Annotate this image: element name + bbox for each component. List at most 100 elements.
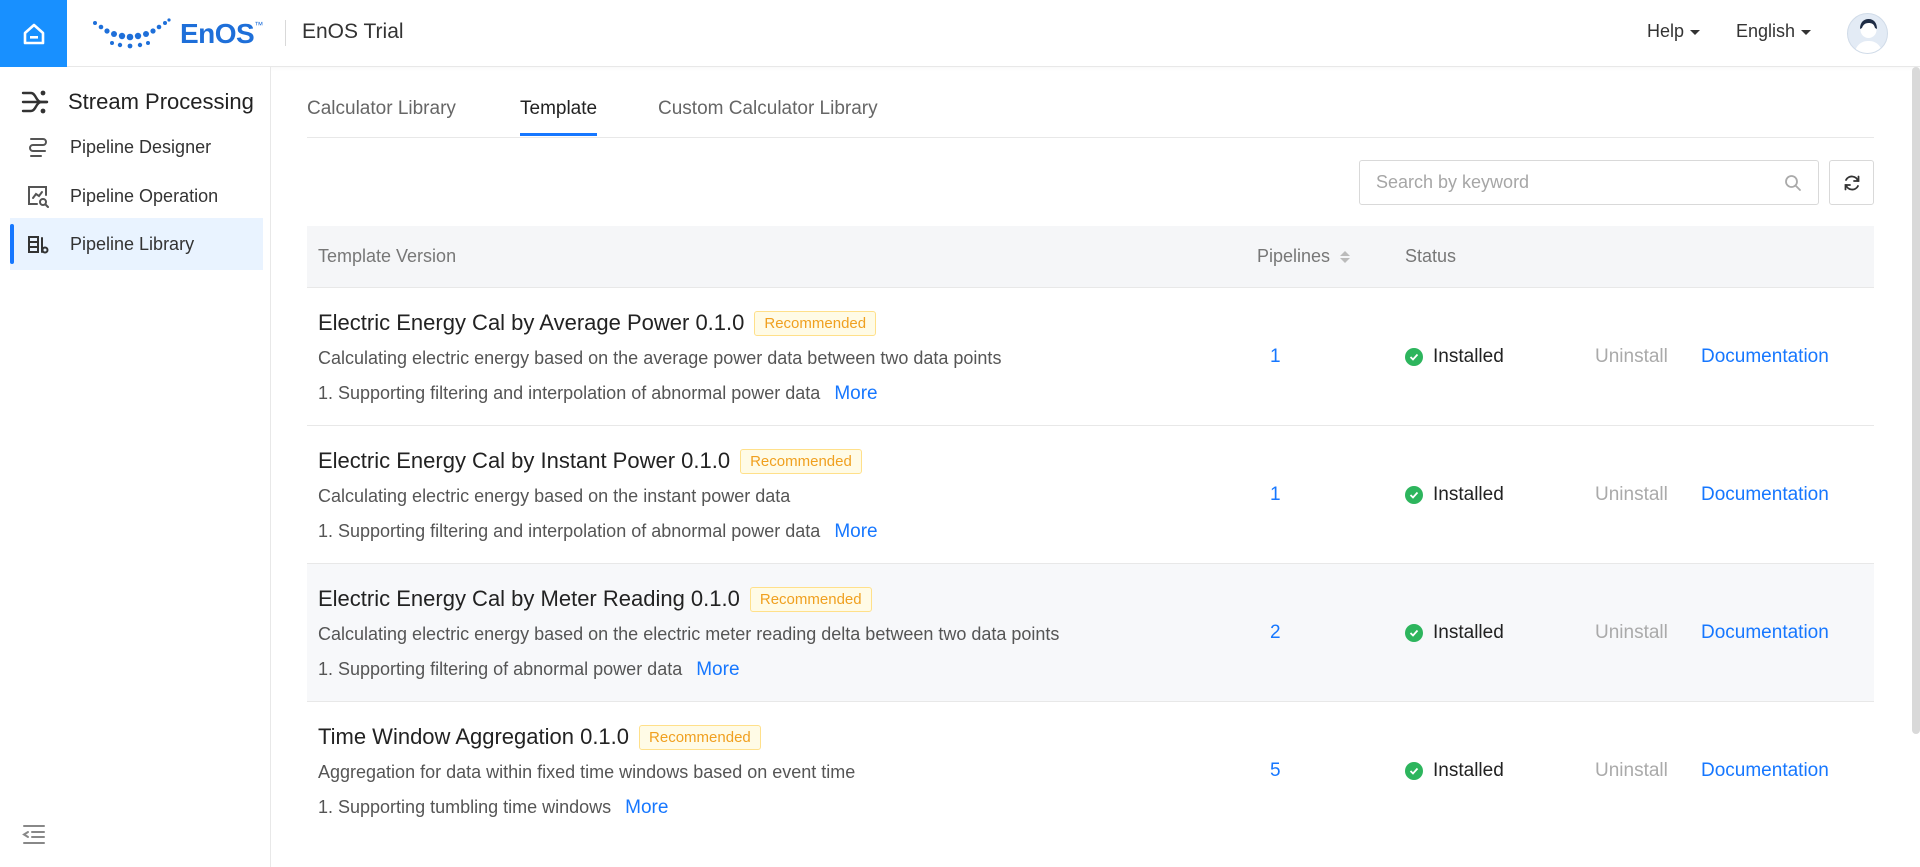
enos-logo[interactable]: EnOS™ <box>92 14 263 54</box>
home-icon <box>23 23 44 44</box>
template-description: Calculating electric energy based on the… <box>318 348 1002 368</box>
app-title: EnOS Trial <box>302 20 404 43</box>
collapse-sidebar-button[interactable] <box>22 823 46 850</box>
sort-icon[interactable] <box>1340 250 1351 263</box>
recommended-badge: Recommended <box>754 310 877 336</box>
status-indicator: Installed <box>1405 622 1504 644</box>
column-template-version: Template Version <box>318 246 456 267</box>
documentation-link[interactable]: Documentation <box>1701 760 1829 782</box>
documentation-link[interactable]: Documentation <box>1701 484 1829 506</box>
pipeline-designer-icon <box>29 138 47 157</box>
status-indicator: Installed <box>1405 346 1504 368</box>
template-title: Time Window Aggregation 0.1.0 Recommende… <box>318 724 761 750</box>
recommended-badge: Recommended <box>749 586 872 612</box>
table-row: Electric Energy Cal by Average Power 0.1… <box>307 288 1874 426</box>
template-table: Template Version Pipelines Status Electr… <box>307 226 1874 840</box>
uninstall-button[interactable]: Uninstall <box>1595 484 1668 506</box>
pipelines-count-link[interactable]: 1 <box>1270 484 1281 506</box>
enos-dots-icon <box>93 18 171 49</box>
feature-text: 1. Supporting filtering of abnormal powe… <box>318 659 683 679</box>
tab-template[interactable]: Template <box>520 98 598 136</box>
column-label: Status <box>1405 246 1457 266</box>
library-tabs: Calculator Library Template Custom Calcu… <box>307 88 1874 138</box>
template-name: Electric Energy Cal by Average Power 0.1… <box>318 310 745 335</box>
more-link[interactable]: More <box>625 797 668 819</box>
pipeline-library-icon <box>28 236 49 254</box>
documentation-link[interactable]: Documentation <box>1701 622 1829 644</box>
user-avatar[interactable] <box>1847 13 1888 54</box>
status-label: Installed <box>1433 760 1504 781</box>
sidebar-title: Stream Processing <box>20 87 254 117</box>
uninstall-button[interactable]: Uninstall <box>1595 346 1668 368</box>
feature-text: 1. Supporting filtering and interpolatio… <box>318 521 821 541</box>
sidebar-item-label: Pipeline Designer <box>70 136 212 157</box>
table-row: Electric Energy Cal by Meter Reading 0.1… <box>307 564 1874 702</box>
sidebar-title-label: Stream Processing <box>68 89 254 114</box>
collapse-icon <box>22 825 45 844</box>
template-description: Calculating electric energy based on the… <box>318 624 1060 644</box>
more-link[interactable]: More <box>834 383 877 405</box>
column-pipelines[interactable]: Pipelines <box>1257 246 1351 267</box>
table-row: Time Window Aggregation 0.1.0 Recommende… <box>307 702 1874 840</box>
recommended-badge: Recommended <box>639 724 761 750</box>
stream-processing-icon <box>21 90 49 114</box>
sidebar-item-label: Pipeline Library <box>70 233 195 254</box>
refresh-button[interactable] <box>1829 160 1874 205</box>
status-label: Installed <box>1433 346 1504 367</box>
chevron-down-icon <box>1801 30 1812 35</box>
logo-text: EnOS™ <box>180 18 263 49</box>
sidebar-item-pipeline-library[interactable]: Pipeline Library <box>10 218 263 270</box>
table-header: Template Version Pipelines Status <box>307 226 1874 288</box>
uninstall-button[interactable]: Uninstall <box>1595 622 1668 644</box>
feature-text: 1. Supporting filtering and interpolatio… <box>318 383 821 403</box>
uninstall-button[interactable]: Uninstall <box>1595 760 1668 782</box>
recommended-badge: Recommended <box>740 448 862 474</box>
pipelines-count-link[interactable]: 5 <box>1270 760 1281 782</box>
sidebar-item-pipeline-operation[interactable]: Pipeline Operation <box>10 170 263 222</box>
tab-custom-calculator-library[interactable]: Custom Calculator Library <box>658 98 878 136</box>
help-menu[interactable]: Help <box>1647 21 1701 42</box>
column-label: Pipelines <box>1257 246 1331 266</box>
check-circle-icon <box>1405 624 1423 642</box>
template-feature: 1. Supporting tumbling time windows More <box>318 797 668 819</box>
template-name: Electric Energy Cal by Instant Power 0.1… <box>318 448 731 473</box>
template-feature: 1. Supporting filtering and interpolatio… <box>318 383 878 405</box>
more-link[interactable]: More <box>834 521 877 543</box>
language-menu[interactable]: English <box>1736 21 1812 42</box>
home-button[interactable] <box>0 0 67 67</box>
status-indicator: Installed <box>1405 484 1504 506</box>
search-input[interactable] <box>1376 172 1784 193</box>
template-feature: 1. Supporting filtering and interpolatio… <box>318 521 878 543</box>
more-link[interactable]: More <box>696 659 739 681</box>
pipelines-count-link[interactable]: 1 <box>1270 346 1281 368</box>
template-name: Time Window Aggregation 0.1.0 <box>318 724 630 749</box>
header-divider <box>285 20 286 46</box>
pipeline-operation-icon <box>28 186 49 208</box>
check-circle-icon <box>1405 762 1423 780</box>
template-title: Electric Energy Cal by Instant Power 0.1… <box>318 448 862 474</box>
column-label: Template Version <box>318 246 457 266</box>
template-title: Electric Energy Cal by Average Power 0.1… <box>318 310 877 336</box>
vertical-scrollbar[interactable] <box>1912 67 1920 734</box>
pipelines-count-link[interactable]: 2 <box>1270 622 1281 644</box>
chevron-down-icon <box>1690 30 1701 35</box>
documentation-link[interactable]: Documentation <box>1701 346 1829 368</box>
template-description: Aggregation for data within fixed time w… <box>318 762 856 782</box>
sidebar-item-label: Pipeline Operation <box>70 185 219 206</box>
check-circle-icon <box>1405 486 1423 504</box>
table-row: Electric Energy Cal by Instant Power 0.1… <box>307 426 1874 564</box>
refresh-icon <box>1844 175 1859 190</box>
template-description: Calculating electric energy based on the… <box>318 486 791 506</box>
template-feature: 1. Supporting filtering of abnormal powe… <box>318 659 740 681</box>
template-name: Electric Energy Cal by Meter Reading 0.1… <box>318 586 740 611</box>
search-box <box>1359 160 1819 205</box>
sidebar: Stream Processing Pipeline Designer Pipe… <box>0 67 271 867</box>
tab-calculator-library[interactable]: Calculator Library <box>307 98 456 136</box>
check-circle-icon <box>1405 348 1423 366</box>
user-icon <box>1854 19 1883 53</box>
template-title: Electric Energy Cal by Meter Reading 0.1… <box>318 586 872 612</box>
language-label: English <box>1736 21 1796 41</box>
sidebar-item-pipeline-designer[interactable]: Pipeline Designer <box>10 121 263 173</box>
column-status: Status <box>1405 246 1456 267</box>
search-icon[interactable] <box>1784 174 1802 192</box>
